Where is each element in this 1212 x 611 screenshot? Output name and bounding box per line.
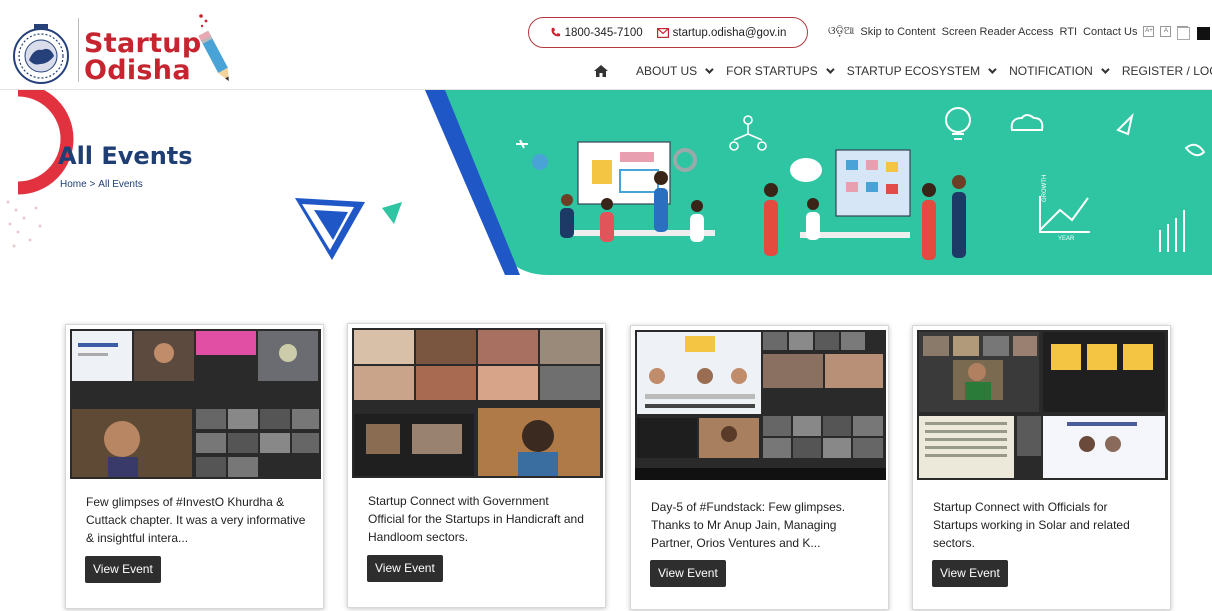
view-event-button[interactable]: View Event bbox=[367, 555, 443, 582]
view-event-button[interactable]: View Event bbox=[650, 560, 726, 587]
contact-us-link[interactable]: Contact Us bbox=[1083, 26, 1137, 38]
font-increase-button[interactable]: A+ bbox=[1143, 26, 1155, 37]
view-event-button[interactable]: View Event bbox=[85, 556, 161, 583]
event-description: Startup Connect with Government Official… bbox=[368, 494, 584, 544]
chevron-down-icon bbox=[988, 65, 997, 74]
site-header: Startup Odisha 1800-345-7100 startup.odi… bbox=[0, 0, 1212, 90]
banner-year-label: YEAR bbox=[1058, 236, 1075, 242]
breadcrumb-current: All Events bbox=[98, 179, 143, 190]
brand-logo[interactable]: Startup Odisha bbox=[84, 30, 201, 84]
brand-line-1: Startup bbox=[84, 28, 202, 59]
page-banner: GROWTH YEAR All Events Home > All Events bbox=[0, 90, 1212, 285]
event-description: Day-5 of #Fundstack: Few glimpses. Thank… bbox=[651, 500, 846, 550]
page-title: All Events bbox=[58, 142, 193, 170]
utility-links: ଓଡ଼ିଆ Skip to Content Screen Reader Acce… bbox=[828, 25, 1189, 38]
odia-language-link[interactable]: ଓଡ଼ିଆ bbox=[828, 25, 854, 38]
main-nav: ABOUT US FOR STARTUPS STARTUP ECOSYSTEM … bbox=[594, 64, 1212, 78]
banner-growth-label: GROWTH bbox=[1042, 175, 1048, 202]
event-thumbnail[interactable] bbox=[917, 330, 1168, 480]
chevron-down-icon bbox=[705, 65, 714, 74]
event-description: Few glimpses of #InvestO Khurdha & Cutta… bbox=[86, 495, 306, 545]
nav-about-us[interactable]: ABOUT US bbox=[636, 64, 714, 78]
screen-reader-link[interactable]: Screen Reader Access bbox=[942, 26, 1054, 38]
home-icon bbox=[594, 65, 608, 77]
event-thumbnail[interactable] bbox=[70, 329, 321, 479]
nav-register-login[interactable]: REGISTER / LOGIN bbox=[1122, 64, 1212, 78]
odisha-emblem-icon[interactable] bbox=[12, 20, 70, 86]
phone-link[interactable]: 1800-345-7100 bbox=[550, 27, 643, 39]
email-text: startup.odisha@gov.in bbox=[672, 26, 787, 39]
nav-label: ABOUT US bbox=[636, 64, 698, 78]
nav-for-startups[interactable]: FOR STARTUPS bbox=[726, 64, 835, 78]
light-theme-toggle[interactable] bbox=[1177, 27, 1190, 40]
chevron-down-icon bbox=[1101, 65, 1110, 74]
nav-label: FOR STARTUPS bbox=[726, 64, 818, 78]
brand-line-2: Odisha bbox=[84, 55, 191, 86]
nav-label: STARTUP ECOSYSTEM bbox=[846, 64, 981, 78]
event-card: Day-5 of #Fundstack: Few glimpses. Thank… bbox=[630, 325, 889, 610]
email-link[interactable]: startup.odisha@gov.in bbox=[656, 26, 787, 39]
phone-text: 1800-345-7100 bbox=[564, 26, 643, 39]
skip-to-content-link[interactable]: Skip to Content bbox=[860, 26, 935, 38]
breadcrumb-home-link[interactable]: Home > bbox=[60, 179, 95, 190]
event-thumbnail[interactable] bbox=[352, 328, 603, 478]
mail-icon bbox=[656, 27, 669, 38]
event-card: Few glimpses of #InvestO Khurdha & Cutta… bbox=[65, 324, 324, 609]
chevron-down-icon bbox=[825, 65, 835, 74]
pencil-icon bbox=[198, 14, 229, 81]
event-card: Startup Connect with Officials for Start… bbox=[912, 325, 1171, 610]
event-cards: Few glimpses of #InvestO Khurdha & Cutta… bbox=[0, 322, 1212, 611]
view-event-button[interactable]: View Event bbox=[932, 560, 1008, 587]
logo-divider bbox=[78, 18, 79, 82]
font-normal-button[interactable]: A bbox=[1160, 26, 1172, 37]
event-thumbnail[interactable] bbox=[635, 330, 886, 480]
nav-notification[interactable]: NOTIFICATION bbox=[1009, 64, 1110, 78]
event-card: Startup Connect with Government Official… bbox=[347, 323, 606, 608]
rti-link[interactable]: RTI bbox=[1060, 26, 1078, 38]
event-description: Startup Connect with Officials for Start… bbox=[933, 500, 1130, 550]
dark-theme-toggle[interactable] bbox=[1197, 27, 1210, 40]
contact-pill: 1800-345-7100 startup.odisha@gov.in bbox=[528, 17, 808, 48]
breadcrumb: Home > All Events bbox=[60, 179, 143, 190]
nav-label: NOTIFICATION bbox=[1009, 64, 1093, 78]
nav-startup-ecosystem[interactable]: STARTUP ECOSYSTEM bbox=[846, 64, 997, 78]
banner-illustration: GROWTH YEAR bbox=[6, 90, 1212, 275]
home-nav-link[interactable] bbox=[594, 65, 608, 77]
phone-icon bbox=[551, 27, 560, 37]
